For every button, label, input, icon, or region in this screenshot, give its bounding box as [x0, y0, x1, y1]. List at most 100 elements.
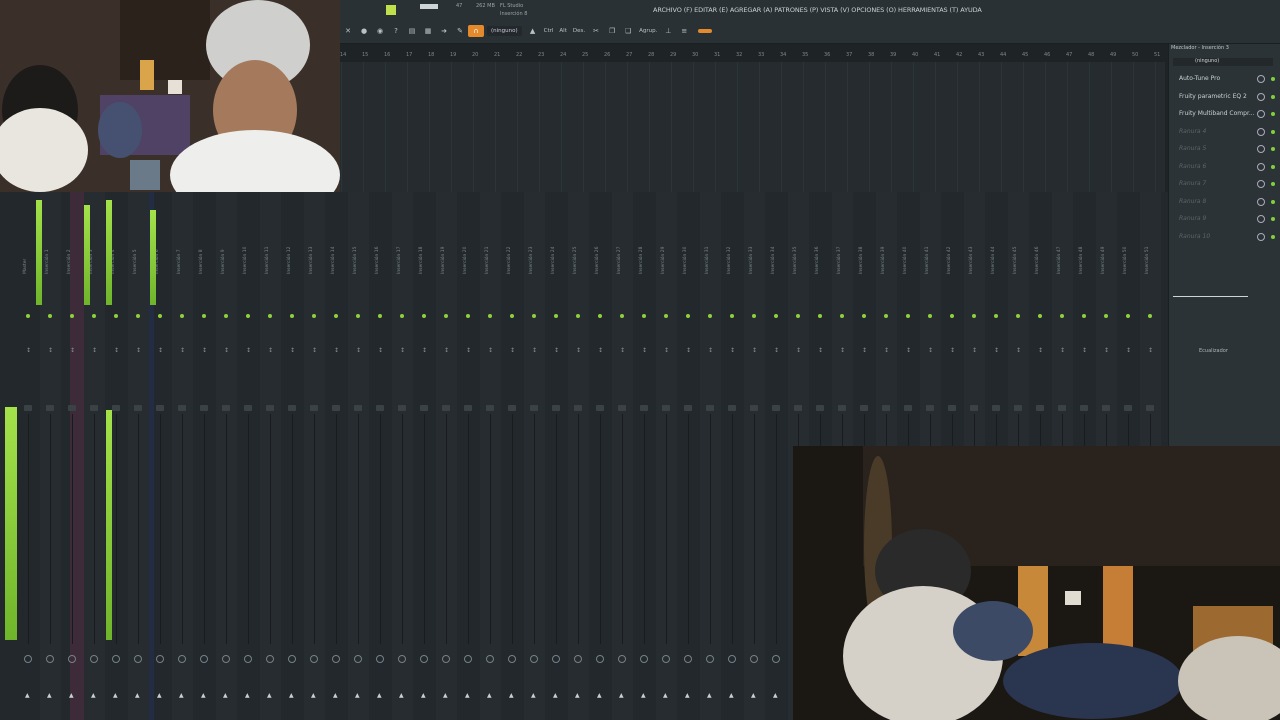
pan-knob[interactable]: ↕: [1125, 347, 1132, 354]
mute-led[interactable]: [554, 314, 558, 318]
slot-enable-led[interactable]: [1271, 77, 1275, 81]
copy-icon[interactable]: ❐: [604, 25, 620, 37]
mute-led[interactable]: [400, 314, 404, 318]
pan-knob[interactable]: ↕: [531, 347, 538, 354]
pan-knob[interactable]: ↕: [113, 347, 120, 354]
fader-cap[interactable]: [574, 405, 582, 411]
fader-cap[interactable]: [178, 405, 186, 411]
arrow-right-icon[interactable]: ➜: [436, 25, 452, 37]
mixer-strip[interactable]: Inserción 33 ↕ ▲: [744, 192, 765, 720]
route-arrow[interactable]: ▲: [553, 692, 558, 699]
route-arrow[interactable]: ▲: [113, 692, 118, 699]
stereo-knob[interactable]: [552, 655, 560, 663]
mute-led[interactable]: [950, 314, 954, 318]
pan-knob[interactable]: ↕: [267, 347, 274, 354]
pan-knob[interactable]: ↕: [1059, 347, 1066, 354]
mixer-strip[interactable]: Inserción 20 ↕ ▲: [458, 192, 479, 720]
list-icon[interactable]: ≡: [676, 25, 692, 37]
route-arrow[interactable]: ▲: [355, 692, 360, 699]
pencil-icon[interactable]: ✎: [452, 25, 468, 37]
pan-knob[interactable]: ↕: [179, 347, 186, 354]
fader-cap[interactable]: [992, 405, 1000, 411]
scissors-icon[interactable]: ✂: [588, 25, 604, 37]
route-arrow[interactable]: ▲: [421, 692, 426, 699]
fader-cap[interactable]: [112, 405, 120, 411]
help-icon[interactable]: ?: [388, 25, 404, 37]
pan-knob[interactable]: ↕: [509, 347, 516, 354]
fader-cap[interactable]: [750, 405, 758, 411]
stereo-knob[interactable]: [134, 655, 142, 663]
pan-knob[interactable]: ↕: [157, 347, 164, 354]
mute-led[interactable]: [796, 314, 800, 318]
pan-knob[interactable]: ↕: [861, 347, 868, 354]
mute-led[interactable]: [1038, 314, 1042, 318]
stereo-knob[interactable]: [508, 655, 516, 663]
mute-led[interactable]: [730, 314, 734, 318]
mute-led[interactable]: [1148, 314, 1152, 318]
pan-knob[interactable]: ↕: [729, 347, 736, 354]
mute-led[interactable]: [906, 314, 910, 318]
mixer-strip[interactable]: Inserción 16 ↕ ▲: [370, 192, 391, 720]
fader-cap[interactable]: [46, 405, 54, 411]
mute-led[interactable]: [532, 314, 536, 318]
slot-enable-led[interactable]: [1271, 182, 1275, 186]
route-arrow[interactable]: ▲: [663, 692, 668, 699]
slot-enable-led[interactable]: [1271, 199, 1275, 204]
pan-knob[interactable]: ↕: [487, 347, 494, 354]
stereo-knob[interactable]: [266, 655, 274, 663]
mute-led[interactable]: [92, 314, 96, 318]
stereo-knob[interactable]: [376, 655, 384, 663]
main-menu[interactable]: ARCHIVO (F) EDITAR (E) AGREGAR (A) PATRO…: [653, 6, 982, 14]
fader-cap[interactable]: [376, 405, 384, 411]
stereo-knob[interactable]: [728, 655, 736, 663]
route-arrow[interactable]: ▲: [729, 692, 734, 699]
fader-cap[interactable]: [904, 405, 912, 411]
fader-cap[interactable]: [332, 405, 340, 411]
pan-knob[interactable]: ↕: [399, 347, 406, 354]
route-arrow[interactable]: ▲: [751, 692, 756, 699]
mute-led[interactable]: [752, 314, 756, 318]
stereo-knob[interactable]: [596, 655, 604, 663]
mute-led[interactable]: [378, 314, 382, 318]
route-arrow[interactable]: ▲: [641, 692, 646, 699]
pan-knob[interactable]: ↕: [553, 347, 560, 354]
slot-mix-knob[interactable]: [1257, 92, 1265, 101]
mute-led[interactable]: [444, 314, 448, 318]
des-label[interactable]: Des.: [570, 25, 588, 37]
mute-led[interactable]: [136, 314, 140, 318]
fader-cap[interactable]: [662, 405, 670, 411]
fader-cap[interactable]: [90, 405, 98, 411]
route-arrow[interactable]: ▲: [399, 692, 404, 699]
close-icon[interactable]: ✕: [340, 25, 356, 37]
slot-mix-knob[interactable]: [1257, 110, 1265, 118]
pan-knob[interactable]: ↕: [333, 347, 340, 354]
mute-led[interactable]: [356, 314, 360, 318]
slot-enable-led[interactable]: [1271, 164, 1275, 169]
stereo-knob[interactable]: [684, 655, 692, 663]
slot-mix-knob[interactable]: [1257, 232, 1265, 241]
mixer-strip[interactable]: Inserción 25 ↕ ▲: [568, 192, 589, 720]
fader-cap[interactable]: [838, 405, 846, 411]
mixer-strip[interactable]: Inserción 15 ↕ ▲: [348, 192, 369, 720]
mixer-strip[interactable]: Inserción 8 ↕ ▲: [194, 192, 215, 720]
slot-mix-knob[interactable]: [1257, 197, 1265, 206]
fader-cap[interactable]: [398, 405, 406, 411]
pan-knob[interactable]: ↕: [1103, 347, 1110, 354]
pan-knob[interactable]: ↕: [135, 347, 142, 354]
effect-slot[interactable]: Ranura 9: [1173, 212, 1277, 226]
stereo-knob[interactable]: [90, 655, 98, 663]
fader-cap[interactable]: [24, 405, 32, 411]
mixer-strip[interactable]: Inserción 1 ↕ ▲: [40, 192, 61, 720]
mute-led[interactable]: [466, 314, 470, 318]
mute-led[interactable]: [224, 314, 228, 318]
mute-led[interactable]: [268, 314, 272, 318]
route-arrow[interactable]: ▲: [289, 692, 294, 699]
slot-mix-knob[interactable]: [1257, 145, 1265, 153]
fader-cap[interactable]: [1014, 405, 1022, 411]
slot-mix-knob[interactable]: [1257, 180, 1265, 188]
pan-knob[interactable]: ↕: [751, 347, 758, 354]
route-arrow[interactable]: ▲: [223, 692, 228, 699]
mute-led[interactable]: [246, 314, 250, 318]
mixer-strip[interactable]: Inserción 13 ↕ ▲: [304, 192, 325, 720]
slot-enable-led[interactable]: [1271, 147, 1275, 151]
